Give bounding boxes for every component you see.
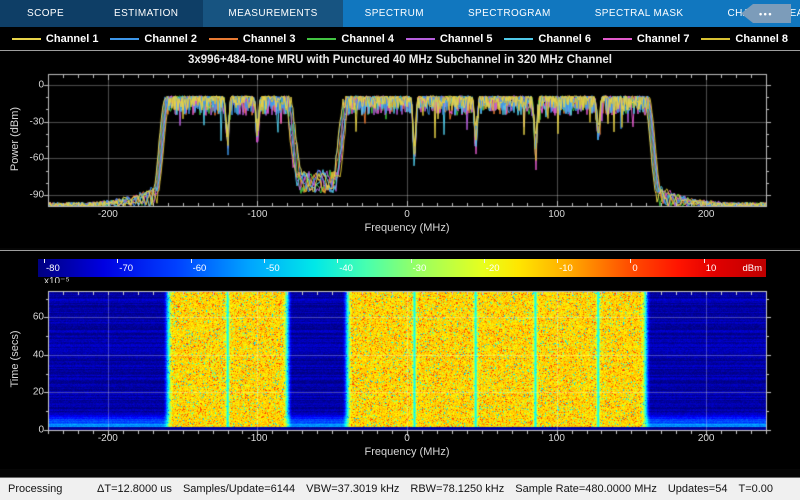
toolbar-main-tabs: SCOPE ESTIMATION MEASUREMENTS — [0, 0, 343, 27]
legend-line-icon — [110, 38, 139, 40]
toolbar: SCOPE ESTIMATION MEASUREMENTS SPECTRUM S… — [0, 0, 800, 27]
tab-spectrogram[interactable]: SPECTROGRAM — [446, 0, 573, 27]
legend-line-icon — [406, 38, 435, 40]
channel-legend: Channel 1 Channel 2 Channel 3 Channel 4 Chan… — [0, 27, 800, 50]
colorbar-tick-label: -50 — [266, 263, 280, 274]
spectrum-xtick-label: 0 — [404, 209, 410, 220]
colorbar-tick — [337, 259, 338, 263]
spectrogram-xtick-label: -200 — [98, 433, 118, 444]
colorbar-tick-label: -80 — [46, 263, 60, 274]
tab-measurements[interactable]: MEASUREMENTS — [203, 0, 342, 27]
colorbar-tick-label: -40 — [339, 263, 353, 274]
status-item: ΔT=12.8000 us — [97, 483, 172, 495]
spectrogram-plot[interactable] — [40, 283, 774, 438]
tab-spectral-mask[interactable]: SPECTRAL MASK — [573, 0, 706, 27]
spectrogram-xtick-label: 200 — [698, 433, 715, 444]
spectrum-title: 3x996+484-tone MRU with Punctured 40 MHz… — [0, 54, 800, 66]
toolbar-context-tabs: SPECTRUM SPECTROGRAM SPECTRAL MASK CHANN… — [343, 0, 800, 27]
status-item: Samples/Update=6144 — [183, 483, 295, 495]
legend-item-channel-2[interactable]: Channel 2 — [110, 33, 197, 45]
legend-item-channel-7[interactable]: Channel 7 — [603, 33, 690, 45]
colorbar-tick — [191, 259, 192, 263]
spectrum-ytick-label: -30 — [14, 116, 44, 127]
tab-spectrum[interactable]: SPECTRUM — [343, 0, 446, 27]
colorbar-tick-label: -20 — [486, 263, 500, 274]
colorbar-tick-label: -30 — [413, 263, 427, 274]
spectrogram-ytick-label: 40 — [14, 349, 44, 360]
colorbar-tick — [484, 259, 485, 263]
spectrum-ytick-label: -90 — [14, 190, 44, 201]
spectrum-xtick-label: 200 — [698, 209, 715, 220]
legend-label: Channel 8 — [735, 33, 788, 45]
colorbar-tick — [630, 259, 631, 263]
spectrogram-xtick-label: -100 — [247, 433, 267, 444]
colorbar-tick — [411, 259, 412, 263]
spectrogram-ytick-label: 0 — [14, 425, 44, 436]
legend-label: Channel 2 — [144, 33, 197, 45]
status-bar: Processing ΔT=12.8000 us Samples/Update=6… — [0, 477, 800, 500]
spectrum-ytick-label: 0 — [14, 80, 44, 91]
colorbar-tick-label: 10 — [706, 263, 717, 274]
legend-item-channel-4[interactable]: Channel 4 — [307, 33, 394, 45]
legend-line-icon — [12, 38, 41, 40]
status-item: RBW=78.1250 kHz — [410, 483, 504, 495]
status-items: ΔT=12.8000 us Samples/Update=6144 VBW=37.3… — [97, 483, 773, 495]
colorbar-tick — [557, 259, 558, 263]
spectrogram-xtick-label: 0 — [404, 433, 410, 444]
tab-scope[interactable]: SCOPE — [2, 0, 89, 27]
colorbar-tick-label: -10 — [559, 263, 573, 274]
status-item: Updates=54 — [668, 483, 728, 495]
spectrum-xlabel: Frequency (MHz) — [7, 222, 800, 234]
status-text: Processing — [0, 483, 97, 495]
legend-label: Channel 7 — [637, 33, 690, 45]
legend-line-icon — [504, 38, 533, 40]
ellipsis-icon: ••• — [759, 9, 773, 19]
legend-label: Channel 3 — [243, 33, 296, 45]
spectrogram-xtick-label: 100 — [548, 433, 565, 444]
legend-label: Channel 5 — [440, 33, 493, 45]
colorbar-tick-label: -60 — [193, 263, 207, 274]
spectrum-xtick-label: -200 — [98, 209, 118, 220]
legend-item-channel-3[interactable]: Channel 3 — [209, 33, 296, 45]
colorbar-tick-label: -70 — [119, 263, 133, 274]
legend-label: Channel 4 — [341, 33, 394, 45]
spectrum-xtick-label: 100 — [548, 209, 565, 220]
legend-line-icon — [603, 38, 632, 40]
legend-line-icon — [209, 38, 238, 40]
colorbar-tick — [264, 259, 265, 263]
colorbar-tick-label: 0 — [632, 263, 637, 274]
status-item: Sample Rate=480.0000 MHz — [515, 483, 657, 495]
spectrum-analyzer-window: SCOPE ESTIMATION MEASUREMENTS SPECTRUM S… — [0, 0, 800, 500]
legend-item-channel-8[interactable]: Channel 8 — [701, 33, 788, 45]
colorbar-tick — [44, 259, 45, 263]
legend-item-channel-1[interactable]: Channel 1 — [12, 33, 99, 45]
legend-item-channel-6[interactable]: Channel 6 — [504, 33, 591, 45]
colorbar: dBm -80 -70 -60 -50 -40 -30 -20 -10 0 10 — [38, 259, 766, 277]
tab-estimation[interactable]: ESTIMATION — [89, 0, 203, 27]
legend-label: Channel 6 — [538, 33, 591, 45]
legend-line-icon — [307, 38, 336, 40]
colorbar-tick — [704, 259, 705, 263]
spectrogram-xlabel: Frequency (MHz) — [7, 446, 800, 458]
colorbar-unit-label: dBm — [732, 263, 762, 274]
legend-label: Channel 1 — [46, 33, 99, 45]
status-item: T=0.00 — [738, 483, 773, 495]
spectrogram-ytick-label: 20 — [14, 387, 44, 398]
spectrum-ytick-label: -60 — [14, 153, 44, 164]
status-item: VBW=37.3019 kHz — [306, 483, 399, 495]
legend-item-channel-5[interactable]: Channel 5 — [406, 33, 493, 45]
spectrogram-ytick-label: 60 — [14, 312, 44, 323]
spectrum-xtick-label: -100 — [247, 209, 267, 220]
legend-line-icon — [701, 38, 730, 40]
spectrum-plot[interactable] — [40, 66, 774, 214]
colorbar-tick — [117, 259, 118, 263]
